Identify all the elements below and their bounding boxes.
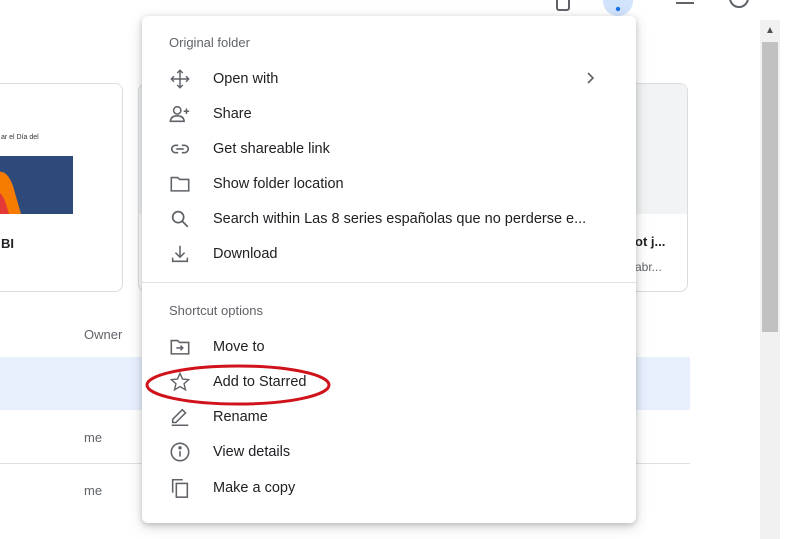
pencil-icon <box>169 406 191 428</box>
menu-item-label: Get shareable link <box>213 140 330 157</box>
menu-item-make-a-copy[interactable]: Make a copy <box>142 470 636 505</box>
open-with-icon <box>169 68 191 90</box>
menu-item-label: View details <box>213 443 291 460</box>
toolbar-icon-left[interactable] <box>552 0 574 12</box>
menu-divider <box>142 282 636 283</box>
copy-icon <box>169 477 191 499</box>
link-icon <box>169 138 191 160</box>
file-subtitle: abr... <box>635 260 662 274</box>
annotation-ellipse <box>144 363 332 407</box>
menu-item-label: Download <box>213 245 278 262</box>
menu-item-label: Search within Las 8 series españolas que… <box>213 210 587 227</box>
scrollbar[interactable]: ▲ <box>760 20 780 539</box>
file-title: BI <box>1 236 14 251</box>
person-add-icon <box>169 103 191 125</box>
row-owner: me <box>84 483 103 498</box>
more-actions-icon[interactable] <box>603 0 633 16</box>
menu-item-share[interactable]: Share <box>142 96 636 131</box>
info-toolbar-icon[interactable] <box>728 0 750 12</box>
folder-icon <box>169 173 191 195</box>
search-icon <box>169 208 191 230</box>
download-icon <box>169 243 191 265</box>
file-card[interactable]: ar el Día del BI <box>0 83 123 292</box>
file-thumbnail: ar el Día del <box>0 84 122 214</box>
thumbnail-text: ar el Día del <box>1 134 39 141</box>
owner-column-header[interactable]: Owner <box>84 327 122 342</box>
menu-item-label: Rename <box>213 408 268 425</box>
file-title: ot j... <box>635 234 666 249</box>
menu-item-get-shareable-link[interactable]: Get shareable link <box>142 131 636 166</box>
section-label-shortcut-options: Shortcut options <box>169 303 263 318</box>
menu-item-search-within[interactable]: Search within Las 8 series españolas que… <box>142 201 636 236</box>
menu-item-label: Make a copy <box>213 479 296 496</box>
menu-item-label: Share <box>213 105 252 122</box>
scroll-thumb[interactable] <box>762 42 778 332</box>
chevron-right-icon <box>582 70 598 86</box>
menu-item-download[interactable]: Download <box>142 236 636 271</box>
menu-item-label: Show folder location <box>213 175 344 192</box>
menu-item-view-details[interactable]: View details <box>142 434 636 469</box>
menu-item-label: Move to <box>213 338 265 355</box>
menu-item-open-with[interactable]: Open with <box>142 61 636 96</box>
scroll-up-icon[interactable]: ▲ <box>760 20 780 40</box>
menu-item-move-to[interactable]: Move to <box>142 329 636 364</box>
move-to-icon <box>169 336 191 358</box>
row-owner: me <box>84 430 103 445</box>
info-icon <box>169 441 191 463</box>
menu-item-show-folder-location[interactable]: Show folder location <box>142 166 636 201</box>
menu-item-label: Open with <box>213 70 279 87</box>
list-view-icon[interactable] <box>674 0 696 12</box>
context-menu: Original folder Open with Share Get shar… <box>142 16 636 523</box>
section-label-original-folder: Original folder <box>169 35 250 50</box>
